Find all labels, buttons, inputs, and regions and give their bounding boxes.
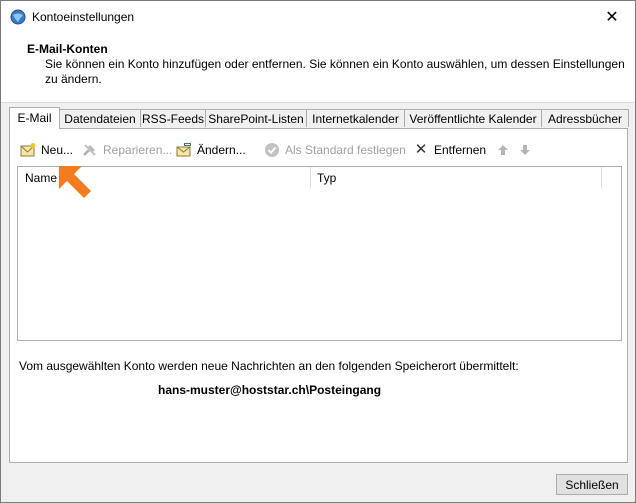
tab-email[interactable]: E-Mail: [9, 107, 60, 129]
change-account-button[interactable]: Ändern...: [176, 140, 246, 160]
repair-account-label: Reparieren...: [103, 143, 173, 157]
section-description: Sie können ein Konto hinzufügen oder ent…: [45, 57, 625, 86]
remove-account-label: Entfernen: [434, 143, 487, 157]
remove-account-button[interactable]: ✕ Entfernen: [413, 140, 486, 160]
set-default-button[interactable]: Als Standard festlegen: [264, 140, 406, 160]
check-circle-icon: [265, 143, 279, 157]
close-icon: ✕: [605, 8, 619, 26]
change-account-label: Ändern...: [197, 143, 246, 157]
outlook-globe-icon: [10, 9, 26, 25]
title-bar: Kontoeinstellungen ✕: [1, 1, 635, 32]
tab-strip: E-Mail Datendateien RSS-Feeds SharePoint…: [9, 107, 629, 129]
remove-x-icon: ✕: [414, 141, 428, 158]
tab-sharepoint-lists[interactable]: SharePoint-Listen: [205, 109, 307, 127]
section-title: E-Mail-Konten: [27, 42, 108, 56]
arrow-down-icon: [520, 145, 530, 155]
window-title: Kontoeinstellungen: [32, 10, 135, 24]
new-account-label: Neu...: [41, 143, 74, 157]
close-dialog-button[interactable]: Schließen: [556, 474, 628, 495]
move-down-button[interactable]: [517, 140, 533, 160]
dialog-header: E-Mail-Konten Sie können ein Konto hinzu…: [1, 32, 635, 103]
change-account-icon: [176, 143, 191, 157]
window-close-button[interactable]: ✕: [589, 1, 635, 32]
arrow-up-icon: [498, 145, 508, 155]
account-list[interactable]: Name Typ: [17, 166, 622, 341]
tab-rss-feeds[interactable]: RSS-Feeds: [140, 109, 206, 127]
set-default-label: Als Standard festlegen: [285, 143, 406, 157]
tab-data-files[interactable]: Datendateien: [59, 109, 141, 127]
move-up-button[interactable]: [495, 140, 511, 160]
list-header: Name Typ: [18, 167, 621, 189]
storage-location-value: hans-muster@hoststar.ch\Posteingang: [158, 383, 382, 397]
storage-location-label: Vom ausgewählten Konto werden neue Nachr…: [19, 359, 519, 373]
account-settings-dialog: Kontoeinstellungen ✕ E-Mail-Konten Sie k…: [0, 0, 636, 503]
tab-address-books[interactable]: Adressbücher: [541, 109, 629, 127]
tab-internet-calendars[interactable]: Internetkalender: [306, 109, 405, 127]
email-tab-panel: Neu... Reparieren... Ändern... Als Stand…: [9, 128, 628, 463]
new-mail-account-icon: [20, 143, 36, 157]
account-toolbar: Neu... Reparieren... Ändern... Als Stand…: [18, 140, 618, 160]
orange-pointer-arrow-icon: [59, 166, 91, 198]
column-header-type[interactable]: Typ: [310, 167, 600, 189]
tab-published-calendars[interactable]: Veröffentlichte Kalender: [404, 109, 542, 127]
column-divider[interactable]: [601, 167, 602, 189]
